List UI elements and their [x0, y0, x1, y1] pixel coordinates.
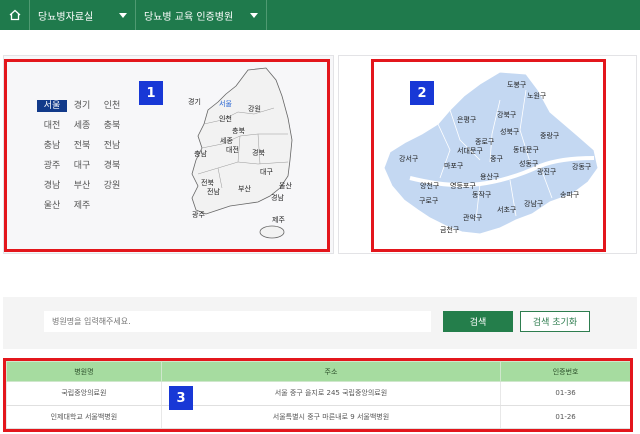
map-label-daejeon: 대전 — [226, 146, 239, 154]
home-icon — [9, 9, 20, 21]
map-label-seodaemun: 서대문구 — [457, 147, 483, 155]
map-label-jung: 중구 — [490, 155, 503, 163]
map-label-gwangjin: 광진구 — [537, 168, 557, 176]
home-button[interactable] — [0, 0, 30, 30]
region-item-daegu[interactable]: 대구 — [67, 160, 97, 172]
nav-dropdown-label: 당뇨병 교육 인증병원 — [144, 11, 234, 23]
region-item-jeonbuk[interactable]: 전북 — [67, 140, 97, 152]
region-item-gyeonggi[interactable]: 경기 — [67, 100, 97, 112]
map-label-seongbuk: 성북구 — [500, 128, 520, 136]
region-item-busan[interactable]: 부산 — [67, 180, 97, 192]
nav-dropdown-diabetes-resources[interactable]: 당뇨병자료실 — [30, 0, 136, 30]
region-item-seoul[interactable]: 서울 — [37, 100, 67, 112]
region-item-gyeongbuk[interactable]: 경북 — [97, 160, 127, 172]
map-label-chungbuk: 충북 — [232, 127, 245, 135]
region-item-gyeongnam[interactable]: 경남 — [37, 180, 67, 192]
map-label-gyeonggi: 경기 — [188, 98, 201, 106]
region-item-chungbuk[interactable]: 충북 — [97, 120, 127, 132]
map-label-gyeongnam: 경남 — [271, 194, 284, 202]
region-item-jeonnam[interactable]: 전남 — [97, 140, 127, 152]
map-label-chungnam: 충남 — [194, 150, 207, 158]
map-label-yongsan: 용산구 — [480, 173, 500, 181]
map-label-gangbuk: 강북구 — [497, 111, 517, 119]
nav-dropdown-certified-hospitals[interactable]: 당뇨병 교육 인증병원 — [136, 0, 267, 30]
region-item-incheon[interactable]: 인천 — [97, 100, 127, 112]
hospital-search-input[interactable] — [44, 311, 431, 332]
map-label-songpa: 송파구 — [560, 191, 580, 199]
search-button[interactable]: 검색 — [443, 311, 513, 332]
region-item-gwangju[interactable]: 광주 — [37, 160, 67, 172]
highlight-box — [3, 358, 633, 432]
marker-badge: 1 — [139, 81, 163, 105]
map-label-guro: 구로구 — [419, 197, 439, 205]
map-label-ulsan: 울산 — [279, 182, 292, 190]
map-label-incheon: 인천 — [219, 115, 232, 123]
reset-search-button[interactable]: 검색 초기화 — [520, 311, 590, 332]
map-label-geumcheon: 금천구 — [440, 226, 460, 234]
map-label-gangnam: 강남구 — [524, 200, 544, 208]
map-label-gyeongbuk: 경북 — [252, 149, 265, 157]
map-label-daegu: 대구 — [260, 168, 273, 176]
map-label-dongdaemun: 동대문구 — [513, 146, 539, 154]
map-label-dobong: 도봉구 — [507, 81, 527, 89]
region-list: 서울 경기 인천 대전 세종 충북 충남 전북 전남 광주 대구 경북 경남 부… — [37, 100, 127, 212]
map-label-gwangju: 광주 — [192, 211, 205, 219]
chevron-down-icon — [119, 12, 127, 18]
region-item-ulsan[interactable]: 울산 — [37, 200, 67, 212]
map-label-mapo: 마포구 — [444, 162, 464, 170]
map-label-jeju: 제주 — [272, 216, 285, 224]
top-nav-bar: 당뇨병자료실 당뇨병 교육 인증병원 — [0, 0, 640, 30]
region-item-chungnam[interactable]: 충남 — [37, 140, 67, 152]
map-label-jungnang: 중랑구 — [540, 132, 560, 140]
region-item-gangwon[interactable]: 강원 — [97, 180, 127, 192]
map-label-seocho: 서초구 — [497, 206, 517, 214]
region-item-jeju[interactable]: 제주 — [67, 200, 97, 212]
map-label-gangseo: 강서구 — [399, 155, 419, 163]
region-item-sejong[interactable]: 세종 — [67, 120, 97, 132]
map-label-seoul: 서울 — [219, 100, 232, 108]
map-label-dongjak: 동작구 — [472, 191, 492, 199]
map-label-seongdong: 성동구 — [519, 160, 539, 168]
map-label-eunpyeong: 은평구 — [457, 116, 477, 124]
map-label-gangwon: 강원 — [248, 105, 261, 113]
chevron-down-icon — [250, 12, 258, 18]
map-label-gangdong: 강동구 — [572, 163, 592, 171]
region-item-daejeon[interactable]: 대전 — [37, 120, 67, 132]
marker-badge: 3 — [169, 386, 193, 410]
nav-dropdown-label: 당뇨병자료실 — [38, 11, 94, 23]
map-label-yangcheon: 양천구 — [420, 182, 440, 190]
map-label-gwanak: 관악구 — [463, 214, 483, 222]
map-label-jeonnam: 전남 — [207, 188, 220, 196]
map-label-busan: 부산 — [238, 185, 251, 193]
map-label-nowon: 노원구 — [527, 92, 547, 100]
